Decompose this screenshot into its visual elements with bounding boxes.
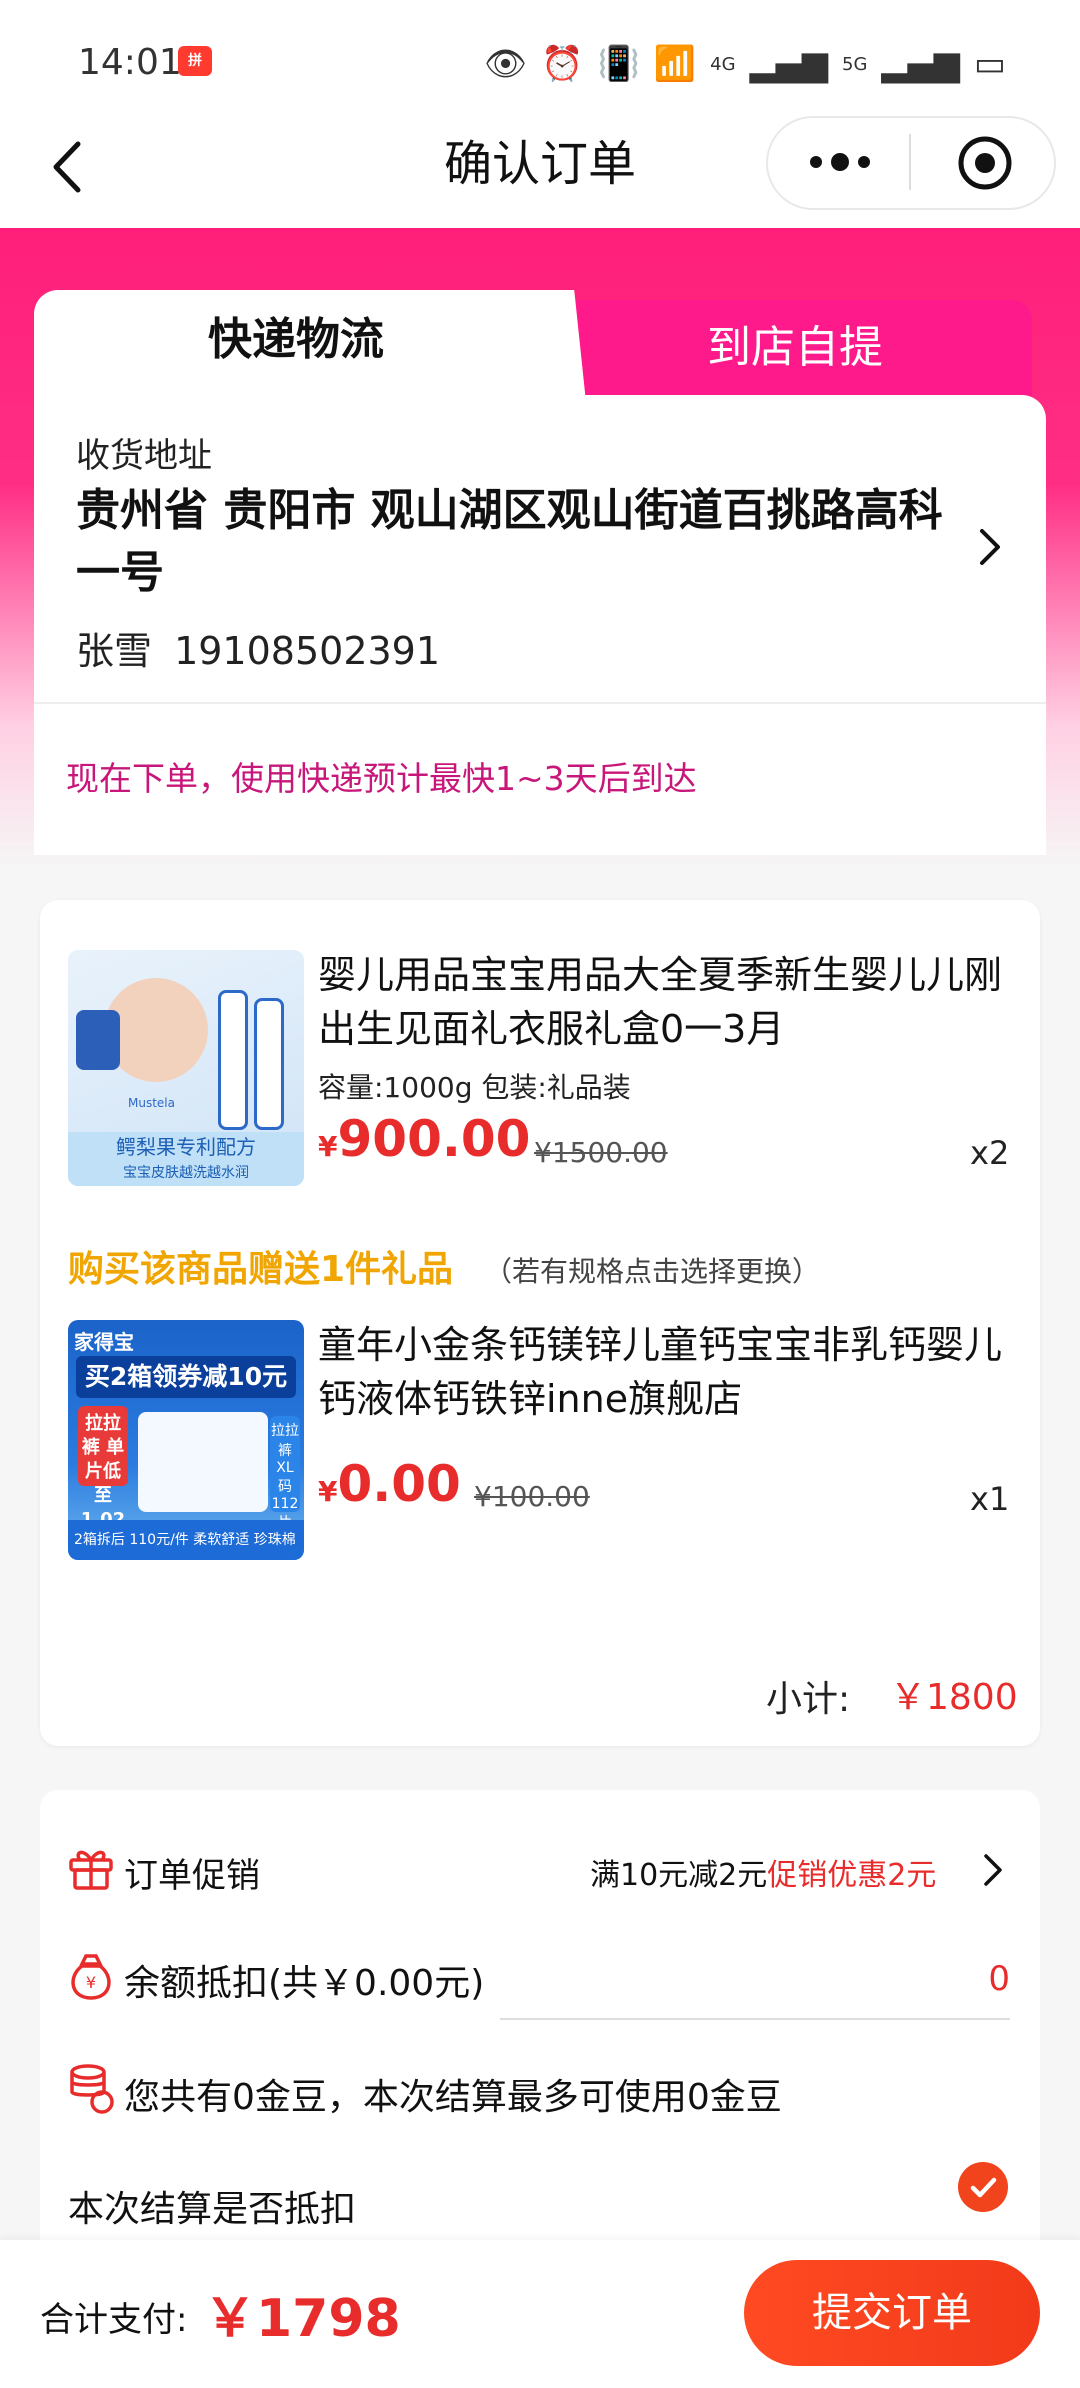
gift-product-quantity: x1: [970, 1480, 1010, 1518]
product-price: ¥900.00: [318, 1110, 530, 1168]
signal-icon: ▂▄▆: [749, 44, 829, 84]
balance-input[interactable]: [500, 1940, 1010, 2020]
currency-symbol: ¥: [318, 1475, 338, 1508]
seal-graphic: [76, 1010, 120, 1070]
total-label: 合计支付:: [40, 2300, 188, 2340]
promo-rule: 满10元减2元: [590, 1858, 768, 1893]
coin-stack-icon: [66, 2062, 116, 2118]
package-graphic: [138, 1412, 268, 1512]
money-bag-icon: ¥: [66, 1950, 116, 2004]
product-quantity: x2: [970, 1134, 1010, 1172]
balance-label: 余额抵扣(共￥0.00元): [124, 1963, 485, 2004]
deduct-label: 本次结算是否抵扣: [68, 2189, 357, 2230]
capsule-divider: [909, 134, 911, 190]
image-brand: Mustela: [128, 1096, 175, 1110]
image-tag: 拉拉裤 单片低至 1.02: [78, 1406, 128, 1530]
gift-line: 购买该商品赠送1件礼品: [68, 1249, 454, 1290]
chevron-right-icon[interactable]: [972, 525, 1008, 569]
svg-text:¥: ¥: [86, 1973, 96, 1992]
price-value: 900.00: [337, 1110, 531, 1168]
coin-text: 您共有0金豆，本次结算最多可使用0金豆: [124, 2077, 782, 2118]
product-image[interactable]: 鳄梨果专利配方 宝宝皮肤越洗越水润 Mustela: [68, 950, 304, 1186]
total-value: ￥1798: [204, 2289, 401, 2349]
address-text[interactable]: 贵州省 贵阳市 观山湖区观山街道百挑路高科一号: [76, 480, 956, 604]
check-circle-icon[interactable]: [958, 2162, 1008, 2212]
promo-label: 订单促销: [124, 1856, 260, 1896]
product-title[interactable]: 婴儿用品宝宝用品大全夏季新生婴儿儿刚出生见面礼衣服礼盒0一3月: [318, 948, 1008, 1056]
status-icons: 👁 ⏰ 📳 📶 4G ▂▄▆ 5G ▂▄▆ ▭: [484, 40, 1006, 88]
gift-icon: [66, 1842, 116, 1892]
product-spec: 容量:1000g 包装:礼品装: [318, 1071, 631, 1104]
target-icon[interactable]: [935, 130, 1031, 196]
promo-detail[interactable]: 满10元减2元促销优惠2元: [590, 1850, 936, 1894]
app-notification-icon: 拼: [178, 46, 212, 76]
gift-product-title[interactable]: 童年小金条钙镁锌儿童钙宝宝非乳钙婴儿钙液体钙铁锌inne旗舰店: [318, 1318, 1008, 1426]
currency-symbol: ¥: [318, 1130, 338, 1163]
bottle-graphic: [254, 998, 284, 1130]
image-logo: 家得宝: [74, 1330, 134, 1354]
address-contact: 张雪 19108502391: [76, 629, 441, 673]
price-value: 0.00: [337, 1455, 461, 1513]
alarm-icon: ⏰: [541, 44, 584, 84]
promo-discount: 促销优惠2元: [767, 1858, 937, 1893]
battery-icon: ▭: [973, 44, 1006, 84]
gift-product-price: ¥0.00: [318, 1455, 461, 1513]
image-banner-sub: 宝宝皮肤越洗越水润: [123, 1165, 249, 1181]
original-price: ¥1500.00: [534, 1136, 668, 1169]
signal-4g-label: 4G: [710, 53, 736, 75]
image-headline: 买2箱领券减10元: [76, 1356, 296, 1398]
subtotal-value: ￥1800: [890, 1677, 1018, 1718]
signal-5g-label: 5G: [842, 53, 868, 75]
gift-hint[interactable]: （若有规格点击选择更换）: [484, 1250, 820, 1290]
subtotal-label: 小计:: [766, 1679, 851, 1720]
eye-icon: 👁: [483, 44, 528, 84]
bottle-graphic: [218, 990, 248, 1130]
address-label: 收货地址: [76, 436, 212, 476]
image-side: 拉拉裤 XL码 112片: [270, 1416, 300, 1531]
chevron-right-icon[interactable]: [978, 1850, 1008, 1890]
submit-order-button[interactable]: 提交订单: [744, 2260, 1040, 2366]
status-time: 14:01: [78, 42, 182, 83]
original-price: ¥100.00: [474, 1480, 590, 1513]
divider: [34, 702, 1046, 704]
image-foot: 2箱拆后 110元/件 柔软舒适 珍珠棉点面层: [68, 1520, 304, 1560]
wifi-icon: 📶: [653, 44, 697, 84]
back-icon[interactable]: [40, 132, 100, 202]
gift-product-image[interactable]: 家得宝 买2箱领券减10元 拉拉裤 单片低至 1.02 拉拉裤 XL码 112片…: [68, 1320, 304, 1560]
signal-icon: ▂▄▆: [881, 44, 960, 84]
tab-pickup[interactable]: 到店自提: [558, 300, 1032, 400]
vibrate-icon: 📳: [597, 44, 640, 84]
more-dots-icon[interactable]: [790, 134, 890, 190]
delivery-note: 现在下单，使用快递预计最快1~3天后到达: [66, 759, 697, 798]
